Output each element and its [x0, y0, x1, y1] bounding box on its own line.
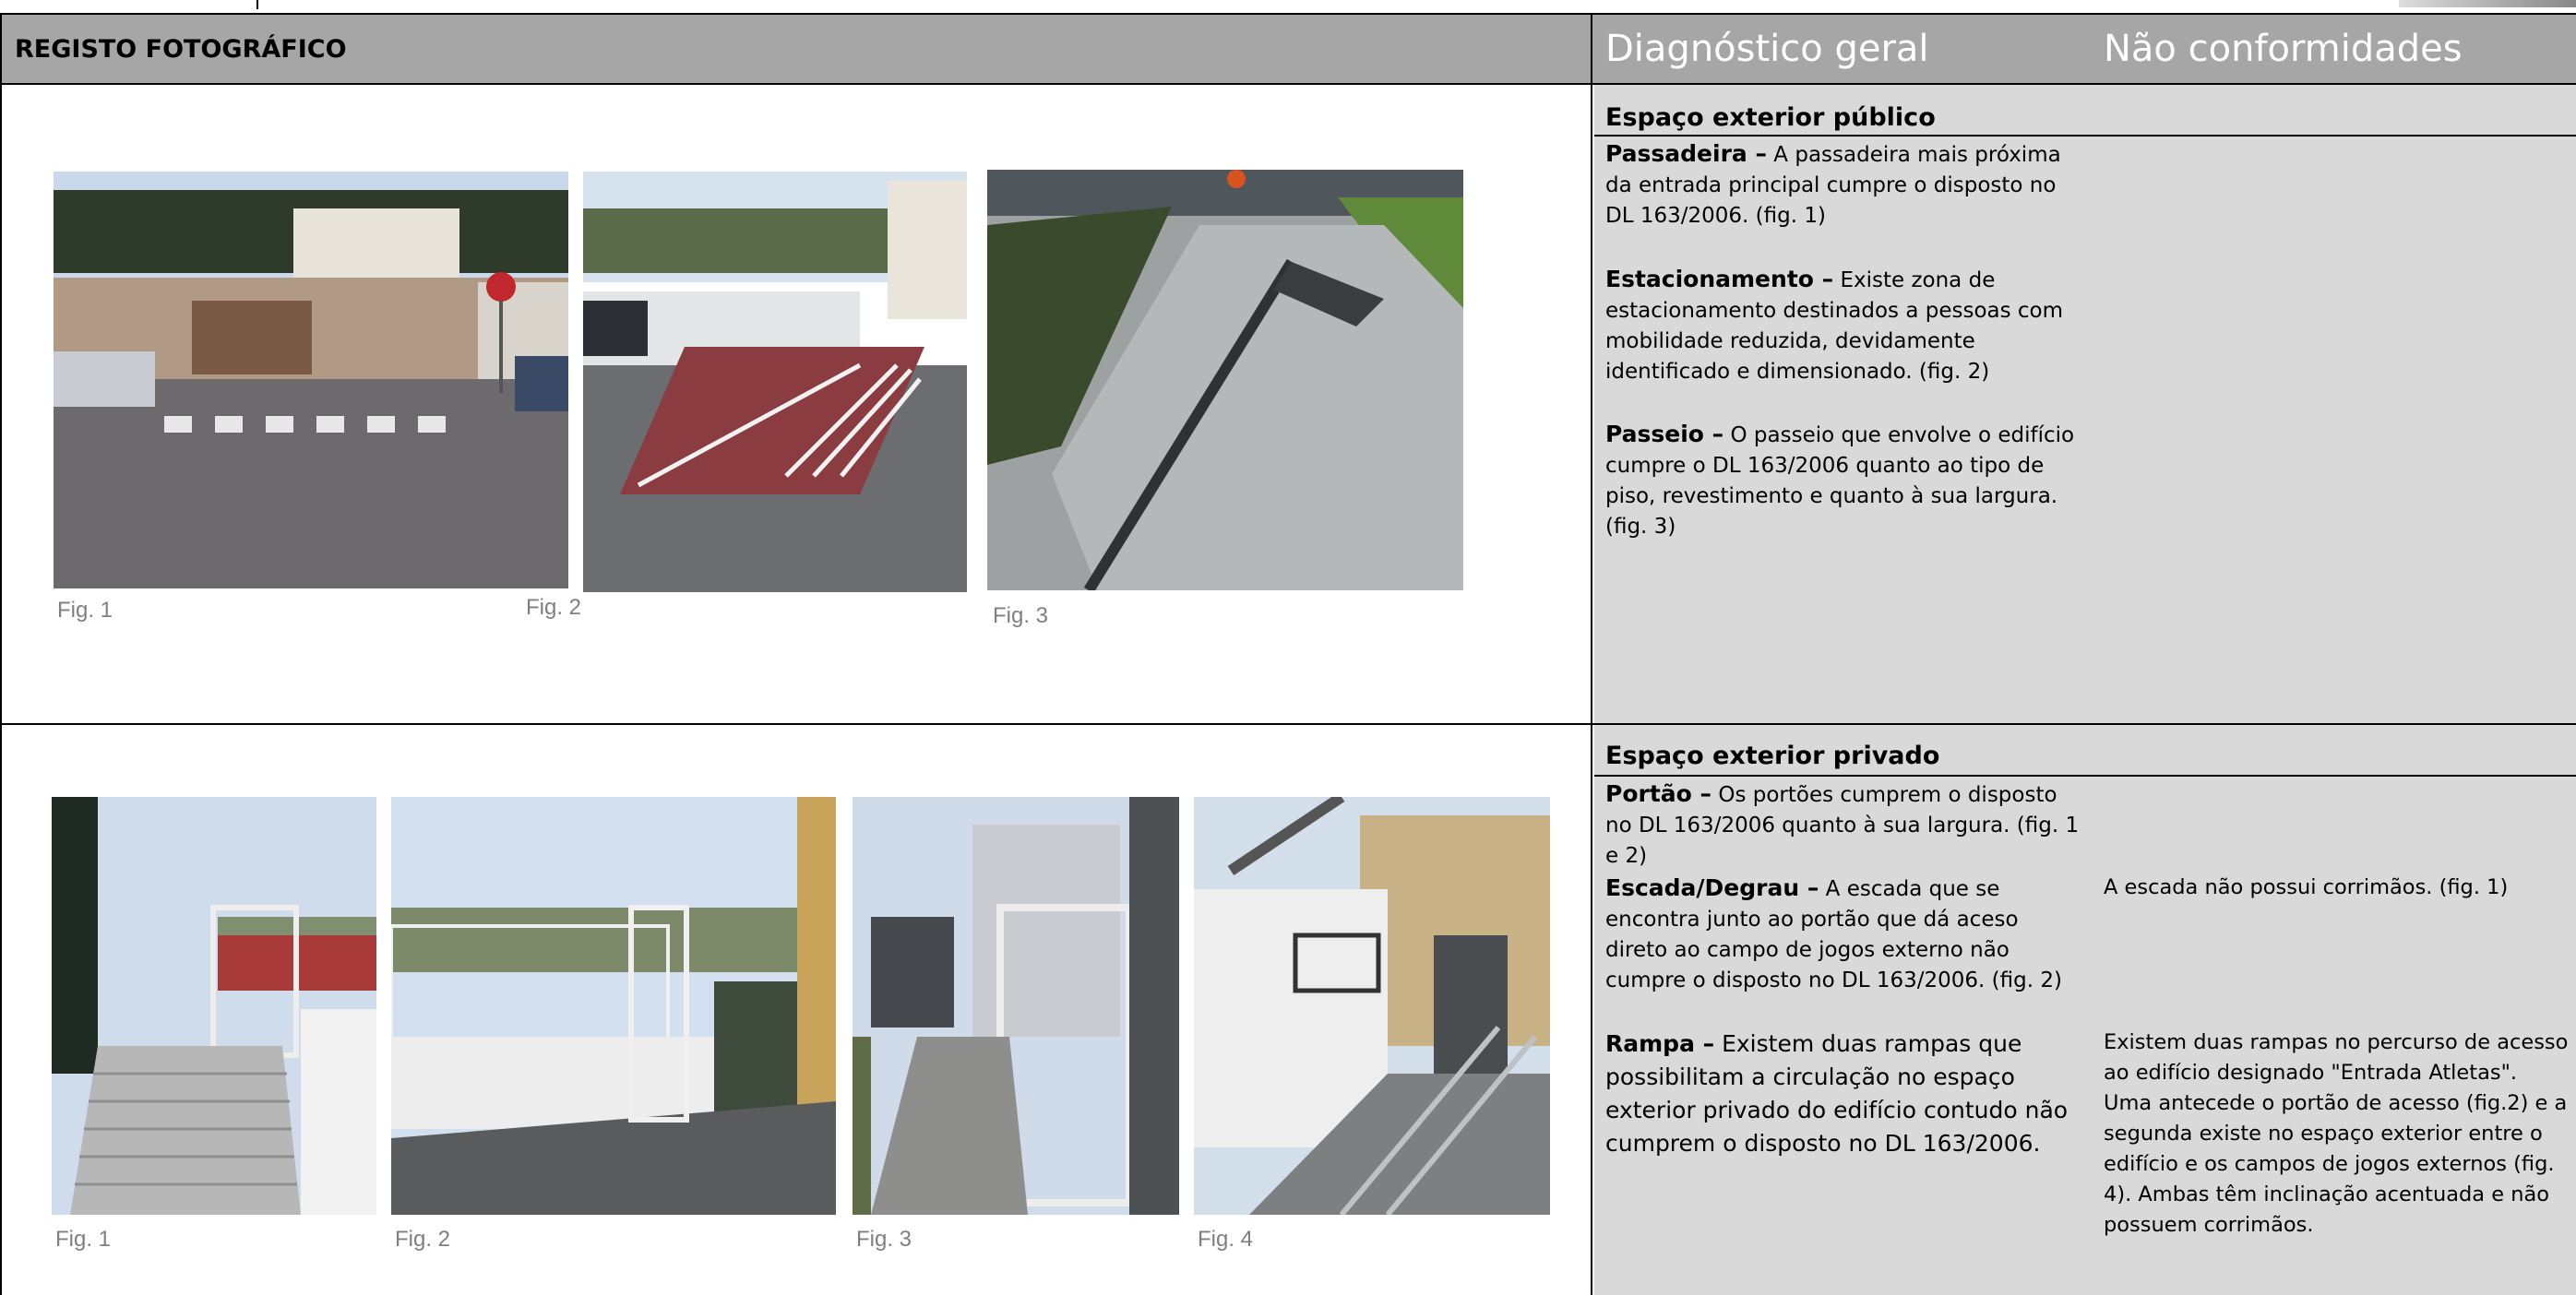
item-passadeira-label: Passadeira – [1605, 140, 1767, 167]
photo-portao-escada [52, 797, 376, 1215]
section1-rule [1594, 135, 2576, 137]
top-strip [0, 0, 2576, 13]
caption-s2-fig1: Fig. 1 [55, 1227, 112, 1252]
item-estacionamento-label: Estacionamento – [1605, 266, 1834, 292]
caption-s2-fig3: Fig. 3 [856, 1227, 912, 1252]
caption-s1-fig2: Fig. 2 [526, 595, 582, 620]
item-portao: Portão – Os portões cumprem o disposto n… [1605, 778, 2085, 872]
nc-escada: A escada não possui corrimãos. (fig. 1) [2104, 875, 2509, 899]
caption-s2-fig4: Fig. 4 [1198, 1227, 1254, 1252]
row-divider [0, 723, 2576, 725]
caption-s2-fig2: Fig. 2 [395, 1227, 451, 1252]
item-estacionamento: Estacionamento – Existe zona de estacion… [1605, 264, 2085, 387]
item-passeio: Passeio – O passeio que envolve o edifíc… [1605, 419, 2085, 542]
top-tick [256, 0, 258, 9]
header-registo-title: REGISTO FOTOGRÁFICO [15, 34, 347, 64]
top-image-fragment [2399, 0, 2576, 7]
photo-portao-viatura [853, 797, 1179, 1215]
item-rampa: Rampa – Existem duas rampas que possibil… [1605, 1028, 2085, 1160]
caption-s1-fig3: Fig. 3 [993, 603, 1049, 628]
header-right: Diagnóstico geral Não conformidades [1592, 13, 2576, 85]
header-diagnostico: Diagnóstico geral [1605, 28, 1929, 70]
photo-passadeira [54, 172, 568, 588]
item-escada: Escada/Degrau – A escada que se encontra… [1605, 873, 2085, 996]
caption-s1-fig1: Fig. 1 [57, 598, 113, 623]
photo-passeio [987, 170, 1463, 590]
photo-estacionamento [583, 172, 967, 592]
photo-rampa-edificio [1194, 797, 1550, 1215]
item-portao-label: Portão – [1605, 780, 1712, 807]
header-registo: REGISTO FOTOGRÁFICO [0, 13, 1592, 85]
header-nao-conformidades: Não conformidades [2104, 28, 2463, 70]
item-passadeira: Passadeira – A passadeira mais próxima d… [1605, 138, 2085, 232]
section2-rule [1594, 775, 2576, 777]
photo-portao-rampa [391, 797, 836, 1215]
section2-title: Espaço exterior privado [1605, 742, 1940, 770]
section1-title: Espaço exterior público [1605, 103, 1936, 132]
item-rampa-label: Rampa – [1605, 1030, 1715, 1057]
item-escada-label: Escada/Degrau – [1605, 874, 1819, 901]
nc-rampa: Existem duas rampas no percurso de acess… [2104, 1030, 2569, 1237]
item-passeio-label: Passeio – [1605, 421, 1724, 447]
